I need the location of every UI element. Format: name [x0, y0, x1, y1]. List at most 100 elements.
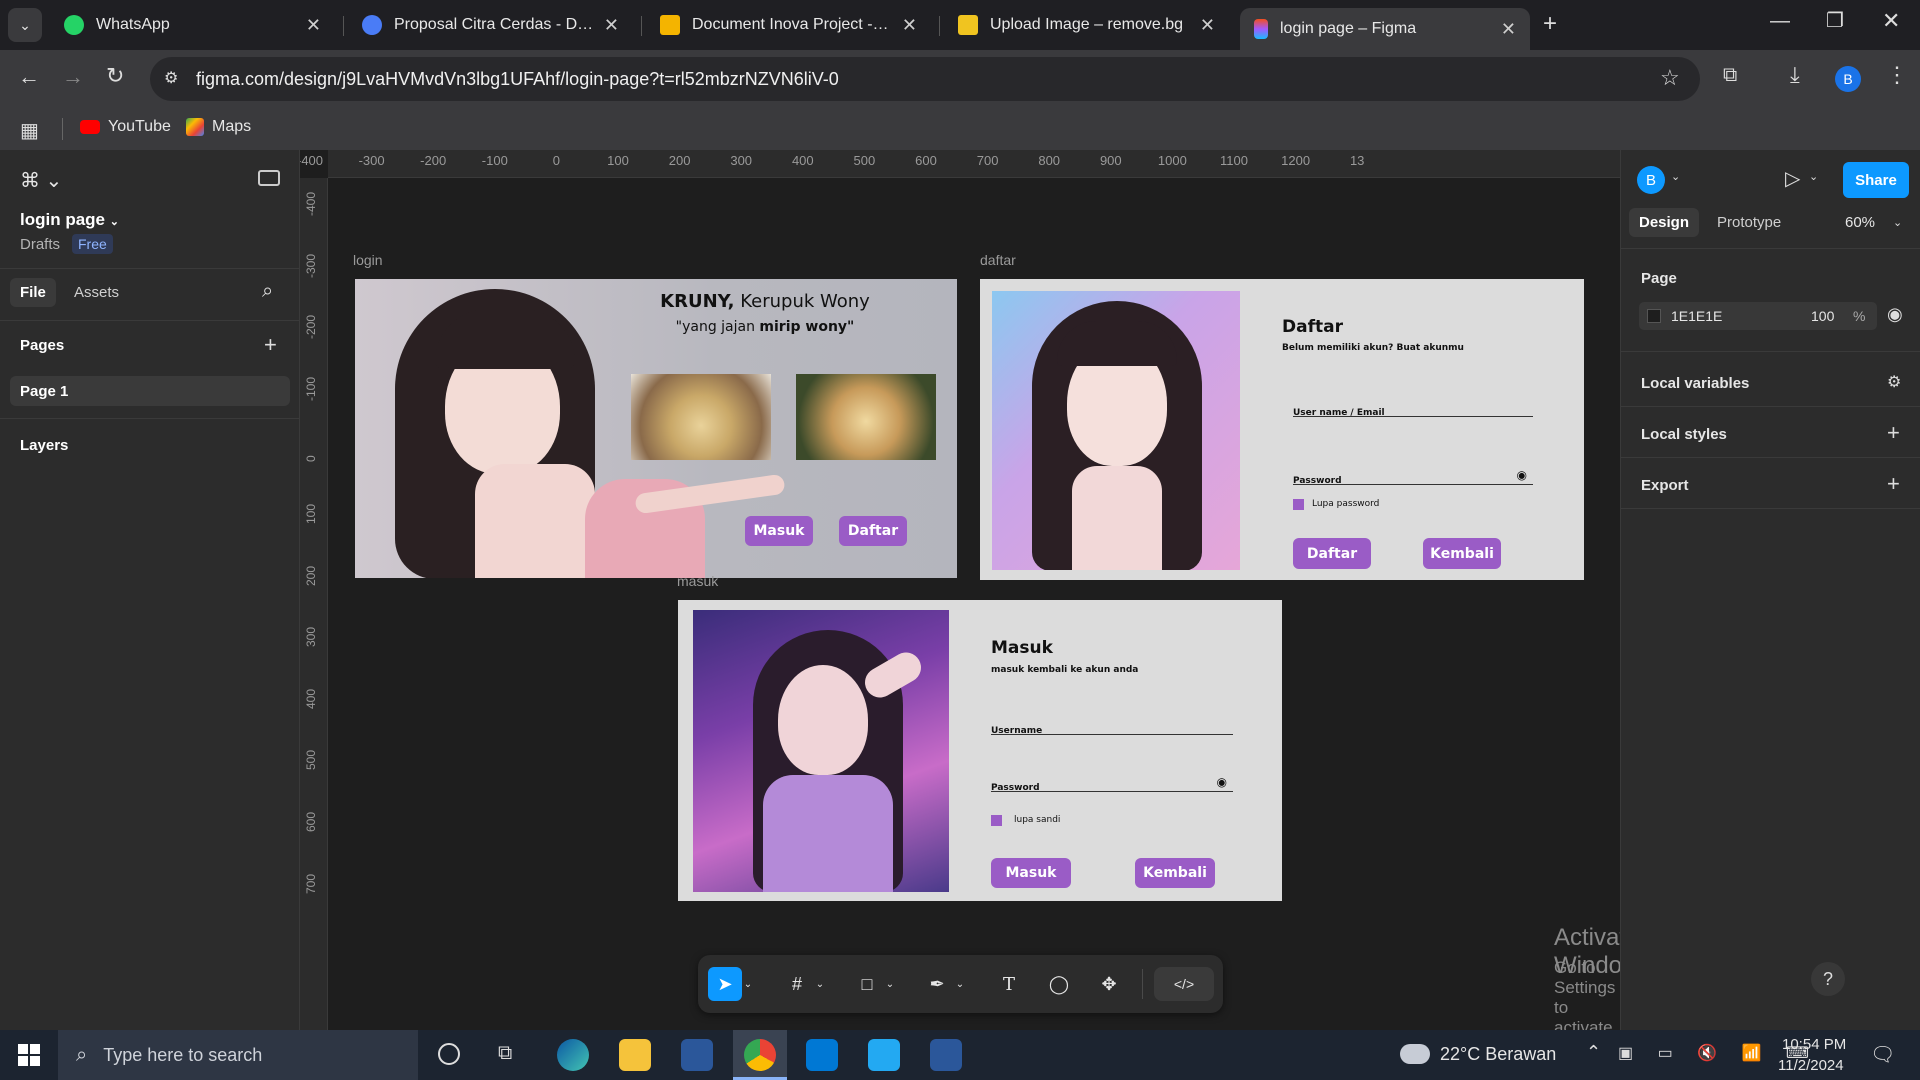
add-export-icon[interactable]: + — [1887, 471, 1900, 497]
back-icon[interactable]: ← — [18, 64, 40, 90]
vscode-icon[interactable] — [868, 1039, 900, 1071]
local-styles-heading[interactable]: Local styles — [1641, 426, 1727, 443]
zoom-level[interactable]: 60% — [1845, 214, 1875, 231]
chevron-down-icon[interactable]: ⌄ — [1671, 170, 1680, 183]
bookmark-youtube[interactable]: YouTube — [80, 118, 171, 136]
daftar-button[interactable]: Daftar — [1293, 538, 1371, 569]
bookmark-maps[interactable]: Maps — [186, 118, 251, 136]
weather-text[interactable]: 22°C Berawan — [1440, 1044, 1556, 1065]
windows-start-icon[interactable] — [18, 1044, 40, 1066]
download-icon[interactable]: ⤓ — [1790, 62, 1800, 88]
edge-icon[interactable] — [557, 1039, 589, 1071]
tab-file[interactable]: File — [10, 278, 56, 307]
kembali-button[interactable]: Kembali — [1423, 538, 1501, 569]
frame-login[interactable]: KRUNY, Kerupuk Wony "yang jajan mirip wo… — [355, 279, 957, 578]
profile-avatar[interactable]: B — [1835, 66, 1861, 92]
frame-label-login[interactable]: login — [353, 252, 383, 268]
user-avatar[interactable]: B — [1637, 166, 1665, 194]
eye-slash-icon[interactable]: ◉ — [1517, 468, 1527, 482]
tab-whatsapp[interactable]: WhatsApp ✕ — [50, 8, 335, 42]
components-icon[interactable]: ✥ — [1092, 967, 1126, 1001]
chevron-down-icon[interactable]: ⌄ — [882, 967, 898, 1001]
move-tool-icon[interactable]: ➤ — [708, 967, 742, 1001]
toggle-sidebar-icon[interactable] — [258, 170, 280, 186]
color-swatch[interactable] — [1647, 309, 1661, 323]
tab-proposal[interactable]: Proposal Citra Cerdas - Dokume ✕ — [348, 8, 633, 42]
tray-chevron-icon[interactable]: ⌃ — [1586, 1042, 1601, 1063]
tab-assets[interactable]: Assets — [74, 284, 119, 301]
frame-daftar[interactable]: Daftar Belum memiliki akun? Buat akunmu … — [980, 279, 1584, 580]
file-explorer-icon[interactable] — [619, 1039, 651, 1071]
username-field[interactable]: Username — [991, 720, 1233, 736]
eye-icon[interactable]: ◉ — [1887, 304, 1903, 325]
add-style-icon[interactable]: + — [1887, 420, 1900, 446]
chevron-down-icon[interactable]: ⌄ — [952, 967, 968, 1001]
help-icon[interactable]: ? — [1811, 962, 1845, 996]
page-item[interactable]: Page 1 — [10, 376, 290, 406]
word-icon[interactable] — [930, 1039, 962, 1071]
new-tab-icon[interactable]: + — [1543, 10, 1557, 38]
menu-icon[interactable]: ⋮ — [1886, 62, 1908, 88]
clock-time[interactable]: 10:54 PM — [1782, 1036, 1846, 1053]
tab-search-icon[interactable]: ⌄ — [8, 8, 42, 42]
tab-removebg[interactable]: Upload Image – remove.bg ✕ — [944, 8, 1229, 42]
frame-tool-icon[interactable]: # — [780, 967, 814, 1001]
apps-grid-icon[interactable]: ▦ — [20, 118, 39, 143]
chevron-down-icon[interactable]: ⌄ — [1893, 216, 1902, 229]
close-icon[interactable]: ✕ — [604, 15, 619, 36]
chevron-down-icon[interactable]: ⌄ — [812, 967, 828, 1001]
chevron-down-icon[interactable]: ⌄ — [740, 967, 756, 1001]
close-icon[interactable]: ✕ — [306, 15, 321, 36]
add-page-icon[interactable]: + — [264, 332, 277, 358]
frame-label-daftar[interactable]: daftar — [980, 252, 1016, 268]
opacity-value[interactable]: 100 — [1811, 308, 1834, 324]
daftar-button[interactable]: Daftar — [839, 516, 907, 546]
taskbar-search[interactable]: ⌕ Type here to search — [58, 1030, 418, 1080]
page-color-input[interactable]: 1E1E1E 100 % — [1639, 302, 1877, 330]
file-location[interactable]: Drafts — [20, 236, 60, 253]
close-window-icon[interactable]: ✕ — [1882, 8, 1900, 34]
lupa-password-checkbox[interactable] — [1293, 499, 1304, 510]
dev-mode-icon[interactable]: </> — [1154, 967, 1214, 1001]
text-tool-icon[interactable]: T — [992, 967, 1026, 1001]
tab-design[interactable]: Design — [1629, 208, 1700, 237]
restore-icon[interactable]: ❐ — [1826, 8, 1844, 33]
lupa-sandi-checkbox[interactable] — [991, 815, 1002, 826]
tab-prototype[interactable]: Prototype — [1717, 214, 1781, 231]
figma-main-menu-icon[interactable]: ⌘ ⌄ — [20, 168, 62, 193]
chrome-icon[interactable] — [744, 1039, 776, 1071]
eye-slash-icon[interactable]: ◉ — [1217, 775, 1227, 789]
masuk-button[interactable]: Masuk — [745, 516, 813, 546]
password-field[interactable]: Password ◉ — [1293, 468, 1533, 486]
site-info-icon[interactable]: ⚙ — [164, 68, 178, 88]
variables-settings-icon[interactable]: ⚙ — [1887, 372, 1901, 392]
frame-label-masuk[interactable]: masuk — [677, 573, 718, 589]
store-icon[interactable] — [681, 1039, 713, 1071]
weather-icon[interactable] — [1400, 1044, 1430, 1064]
tab-figma[interactable]: login page – Figma ✕ — [1240, 8, 1530, 50]
present-icon[interactable]: ▷ — [1785, 166, 1800, 191]
rectangle-tool-icon[interactable]: □ — [850, 967, 884, 1001]
outlook-icon[interactable] — [806, 1039, 838, 1071]
search-icon[interactable]: ⌕ — [262, 280, 273, 303]
chevron-down-icon[interactable]: ⌄ — [1809, 170, 1818, 183]
local-variables-heading[interactable]: Local variables — [1641, 375, 1749, 392]
tab-inova[interactable]: Document Inova Project - Goog ✕ — [646, 8, 931, 42]
export-heading[interactable]: Export — [1641, 477, 1689, 494]
notifications-icon[interactable]: 🗨 — [1870, 1042, 1895, 1067]
kembali-button[interactable]: Kembali — [1135, 858, 1215, 888]
address-bar[interactable]: ⚙ figma.com/design/j9LvaHVMvdVn3lbg1UFAh… — [150, 57, 1700, 101]
close-icon[interactable]: ✕ — [1200, 15, 1215, 36]
minimize-icon[interactable]: — — [1770, 10, 1790, 33]
username-field[interactable]: User name / Email — [1293, 402, 1533, 418]
figma-canvas[interactable]: -400 -300 -200 -100 0 100 200 300 400 500 600 700 80… — [300, 150, 1620, 1030]
forward-icon[interactable]: → — [62, 64, 84, 90]
pen-tool-icon[interactable]: ✒ — [920, 967, 954, 1001]
cortana-icon[interactable] — [438, 1043, 460, 1065]
url-text[interactable]: figma.com/design/j9LvaHVMvdVn3lbg1UFAhf/… — [196, 69, 839, 90]
clock-date[interactable]: 11/2/2024 — [1778, 1057, 1844, 1074]
share-button[interactable]: Share — [1843, 162, 1909, 198]
frame-masuk[interactable]: Masuk masuk kembali ke akun anda Usernam… — [678, 600, 1282, 901]
bookmark-star-icon[interactable]: ☆ — [1660, 65, 1680, 91]
close-icon[interactable]: ✕ — [902, 15, 917, 36]
